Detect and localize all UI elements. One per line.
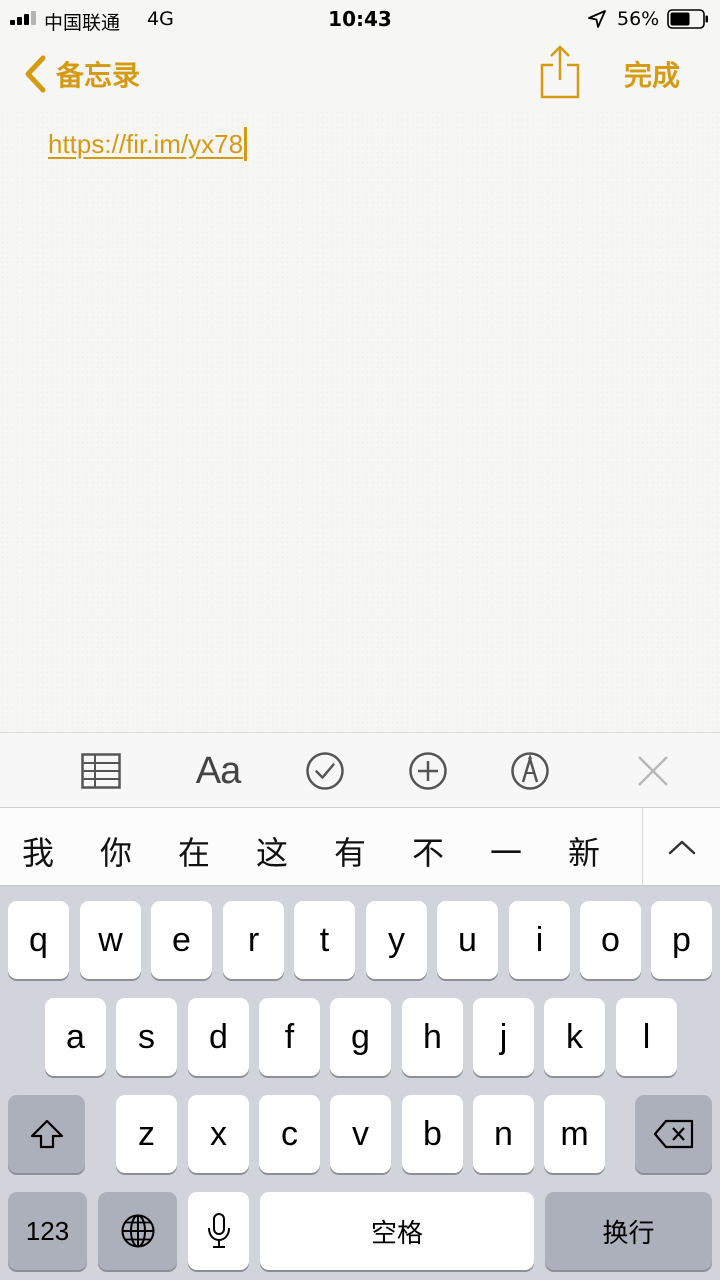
chevron-left-icon: [25, 55, 46, 93]
key-h[interactable]: h: [402, 998, 463, 1076]
key-o[interactable]: o: [580, 901, 641, 979]
checklist-icon: [306, 752, 344, 790]
key-m[interactable]: m: [544, 1095, 605, 1173]
key-b[interactable]: b: [402, 1095, 463, 1173]
status-time: 10:43: [328, 7, 392, 31]
note-body[interactable]: https://fir.im/yx78: [0, 110, 720, 732]
key-k[interactable]: k: [544, 998, 605, 1076]
key-z[interactable]: z: [116, 1095, 177, 1173]
candidate-word[interactable]: 你: [100, 828, 132, 874]
note-text-line[interactable]: https://fir.im/yx78: [48, 127, 248, 161]
battery-icon: [667, 9, 708, 29]
status-bar: 中国联通 4G 10:43 56%: [0, 0, 720, 38]
add-icon: [409, 752, 447, 790]
space-key[interactable]: 空格: [260, 1192, 534, 1270]
candidate-word[interactable]: 在: [178, 828, 210, 874]
key-e[interactable]: e: [151, 901, 212, 979]
backspace-key[interactable]: [635, 1095, 712, 1173]
candidate-word[interactable]: 一: [490, 828, 522, 874]
text-cursor: [244, 127, 248, 161]
checklist-button[interactable]: [305, 749, 345, 793]
key-a[interactable]: a: [45, 998, 106, 1076]
candidate-word[interactable]: 有: [334, 828, 366, 874]
note-link[interactable]: https://fir.im/yx78: [48, 129, 243, 160]
candidate-word[interactable]: 不: [412, 828, 444, 874]
shift-icon: [30, 1119, 63, 1149]
markup-button[interactable]: [510, 749, 550, 793]
markup-icon: [511, 752, 549, 790]
share-icon[interactable]: [538, 43, 582, 99]
table-button[interactable]: [80, 749, 122, 793]
shift-key[interactable]: [8, 1095, 85, 1173]
key-v[interactable]: v: [330, 1095, 391, 1173]
done-button[interactable]: 完成: [624, 54, 680, 94]
key-n[interactable]: n: [473, 1095, 534, 1173]
key-u[interactable]: u: [437, 901, 498, 979]
key-i[interactable]: i: [509, 901, 570, 979]
key-l[interactable]: l: [616, 998, 677, 1076]
key-p[interactable]: p: [651, 901, 712, 979]
close-icon: [638, 756, 668, 786]
candidate-word[interactable]: 我: [22, 828, 54, 874]
nav-bar: 备忘录 完成: [0, 40, 720, 110]
key-f[interactable]: f: [259, 998, 320, 1076]
table-icon: [81, 753, 121, 789]
key-y[interactable]: y: [366, 901, 427, 979]
dictation-key[interactable]: [188, 1192, 249, 1270]
location-arrow-icon: [588, 10, 606, 28]
return-key[interactable]: 换行: [545, 1192, 712, 1270]
key-r[interactable]: r: [223, 901, 284, 979]
key-x[interactable]: x: [188, 1095, 249, 1173]
backspace-icon: [653, 1119, 693, 1149]
globe-icon: [121, 1214, 154, 1248]
expand-candidates-button[interactable]: [643, 808, 720, 886]
numbers-key[interactable]: 123: [8, 1192, 87, 1270]
key-q[interactable]: q: [8, 901, 69, 979]
candidate-word[interactable]: 这: [256, 828, 288, 874]
key-s[interactable]: s: [116, 998, 177, 1076]
globe-key[interactable]: [98, 1192, 177, 1270]
candidate-word[interactable]: 新: [568, 828, 600, 874]
key-g[interactable]: g: [330, 998, 391, 1076]
back-button[interactable]: 备忘录: [22, 52, 140, 96]
key-d[interactable]: d: [188, 998, 249, 1076]
back-label: 备忘录: [56, 59, 141, 92]
microphone-icon: [207, 1213, 230, 1248]
battery-percent: 56%: [617, 8, 660, 30]
candidate-bar: 我 你 在 这 有 不 一 新: [0, 808, 720, 886]
chevron-up-icon: [668, 840, 695, 855]
key-j[interactable]: j: [473, 998, 534, 1076]
key-c[interactable]: c: [259, 1095, 320, 1173]
text-style-button[interactable]: Aa: [190, 749, 246, 793]
key-t[interactable]: t: [294, 901, 355, 979]
key-w[interactable]: w: [80, 901, 141, 979]
format-toolbar: Aa: [0, 732, 720, 808]
keyboard: q w e r t y u i o p a s d f g h j k l z …: [0, 886, 720, 1280]
add-button[interactable]: [408, 749, 448, 793]
close-toolbar-button[interactable]: [636, 749, 670, 793]
